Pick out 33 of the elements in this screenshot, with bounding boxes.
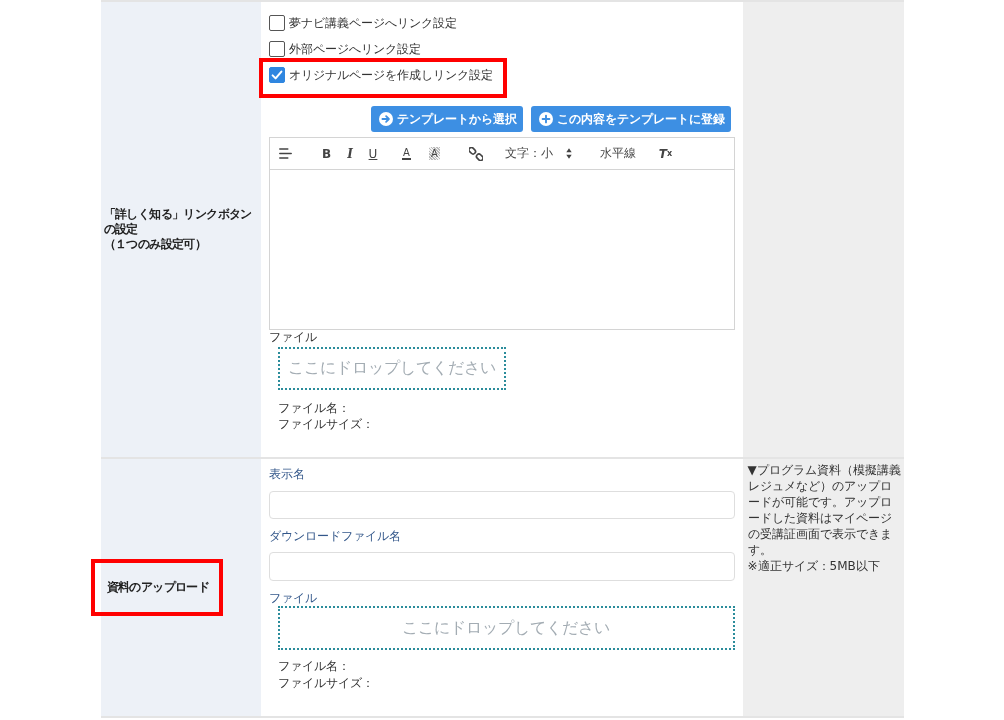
note-text: ※適正サイズ：5MB以下 (747, 558, 881, 574)
checkbox[interactable] (268, 41, 285, 57)
plus-circle-icon (538, 112, 553, 126)
file-name-label: ファイル名： (277, 400, 350, 416)
text-input[interactable] (268, 552, 735, 581)
file-label: ファイル (268, 590, 317, 606)
row-label: 資料のアップロード (105, 580, 210, 595)
highlight-color-button[interactable]: A (422, 141, 447, 166)
checkbox-label: オリジナルページを作成しリンク設定 (288, 66, 493, 84)
checkbox-label: 夢ナビ講義ページへリンク設定 (288, 14, 457, 32)
file-label: ファイル (268, 330, 317, 345)
note-text: ▼プログラム資料（模擬講義レジュメなど）のアップロードが可能です。アップロードした資料はマイページの受講証画面で表示できます。 (747, 462, 902, 558)
text-input[interactable] (268, 491, 735, 519)
underline-button[interactable]: U (361, 141, 385, 166)
italic-button[interactable]: I (338, 141, 362, 166)
checkbox[interactable] (268, 67, 285, 83)
checkbox-label: 外部ページへリンク設定 (288, 40, 421, 58)
row-label: 「詳しく知る」リンクボタンの設定 （１つのみ設定可） (103, 207, 253, 252)
file-size-label: ファイルサイズ： (277, 675, 374, 692)
horizontal-rule-button[interactable]: 水平線 (598, 141, 637, 166)
file-name-label: ファイル名： (277, 658, 350, 675)
bold-button[interactable]: B (314, 141, 339, 166)
up-down-caret-icon (565, 148, 572, 159)
field-label: 表示名 (268, 466, 305, 482)
text-color-button[interactable]: A (394, 141, 419, 166)
file-size-label: ファイルサイズ： (277, 416, 374, 432)
font-size-select[interactable]: 文字：小 (504, 141, 577, 166)
arrow-circle-icon (378, 112, 393, 126)
editor-field[interactable] (268, 170, 735, 330)
align-left-icon (279, 148, 292, 159)
field-label: ダウンロードファイル名 (268, 528, 401, 544)
checkbox[interactable] (268, 15, 285, 31)
link-icon (468, 146, 483, 161)
